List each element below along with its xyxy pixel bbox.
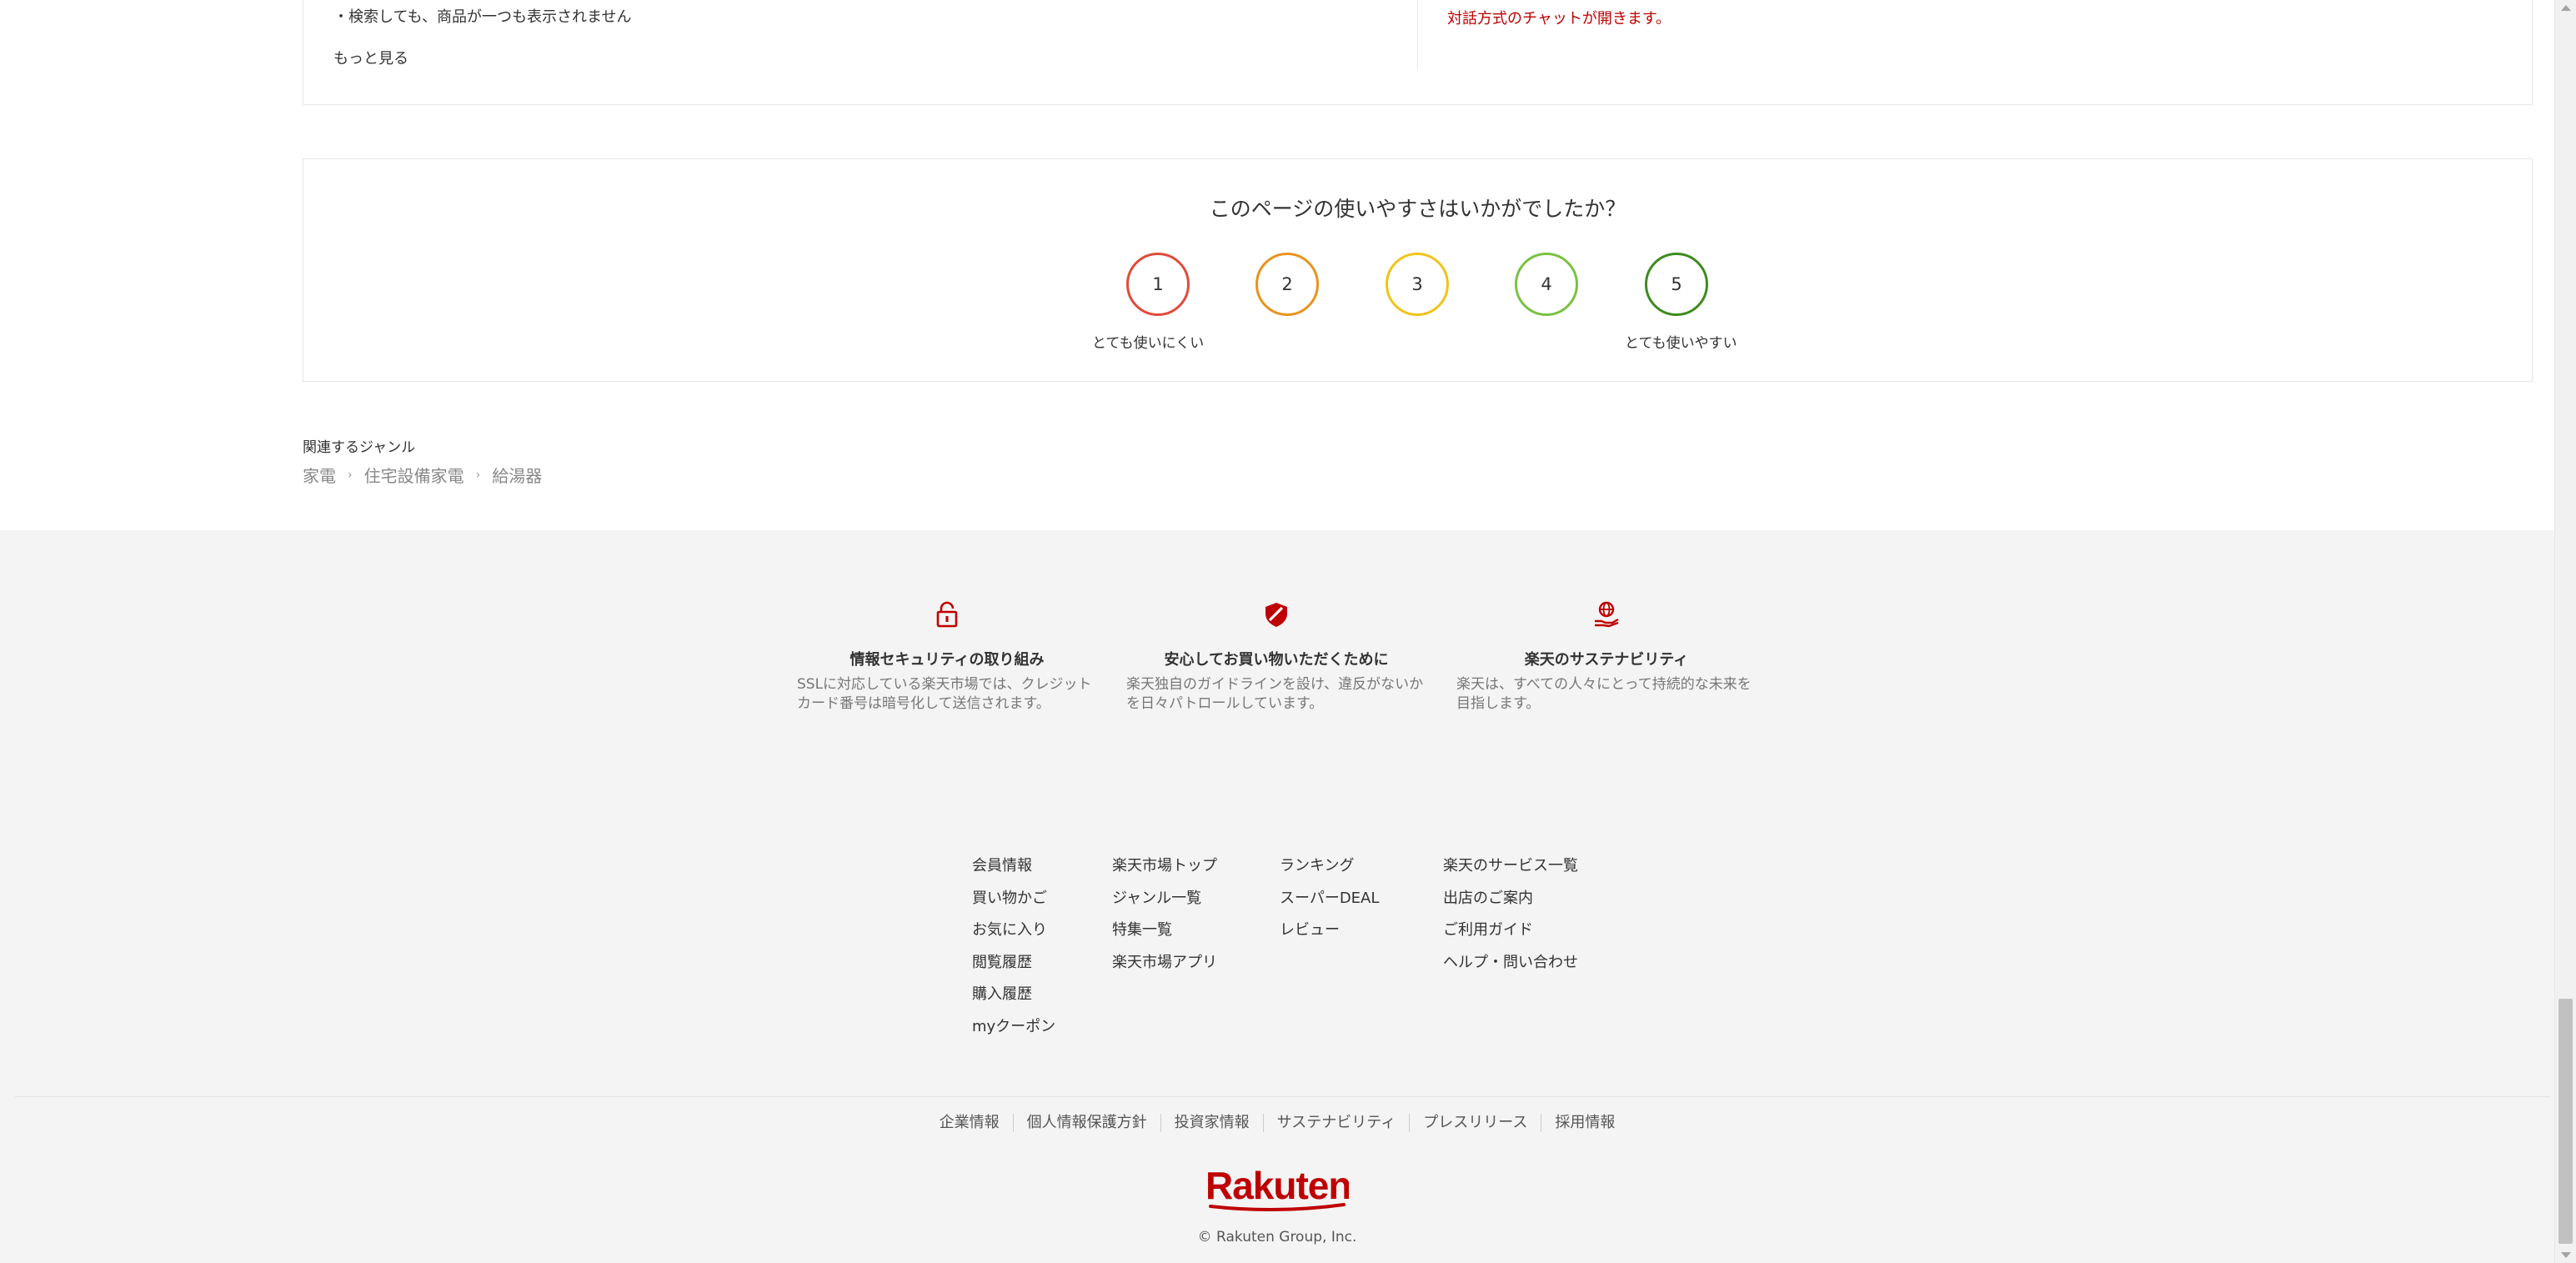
footer-link-guide[interactable]: ご利用ガイド [1443,915,1578,947]
scrollbar-thumb[interactable] [2558,999,2573,1244]
rating-button-2[interactable]: 2 [1255,253,1319,316]
footer-link-services[interactable]: 楽天のサービス一覧 [1443,850,1578,883]
rating-button-5[interactable]: 5 [1645,253,1708,316]
footer-link-favorites[interactable]: お気に入り [972,915,1055,947]
footer-link-help[interactable]: ヘルプ・問い合わせ [1443,947,1578,980]
site-footer: 情報セキュリティの取り組み SSLに対応している楽天市場では、クレジットカード番… [0,530,2554,1263]
breadcrumb-item[interactable]: 住宅設備家電 [364,463,464,487]
lock-icon [936,601,958,628]
footer-link-member-info[interactable]: 会員情報 [972,850,1055,883]
faq-item[interactable]: ・検索しても、商品が一つも表示されません [333,5,631,27]
chat-note: 対話方式のチャットが開きます。 [1447,10,1671,28]
shield-icon [1265,603,1287,627]
globe-hand-icon [1595,601,1619,628]
footer-link-history[interactable]: 閲覧履歴 [972,947,1055,980]
rating-high-label: とても使いやすい [1625,335,1737,352]
footer-link-app[interactable]: 楽天市場アプリ [1112,947,1217,980]
faq-list: ・検索しても、商品が一つも表示されません もっと見る [333,0,1417,104]
help-panel: ・検索しても、商品が一つも表示されません もっと見る 対話方式のチャットが開きま… [303,0,2533,105]
corp-link-careers[interactable]: 採用情報 [1541,1114,1628,1132]
assurance-description: SSLに対応している楽天市場では、クレジットカード番号は暗号化して送信されます。 [797,676,1092,712]
divider [15,1096,2549,1097]
rating-button-4[interactable]: 4 [1515,253,1578,316]
corp-link-privacy[interactable]: 個人情報保護方針 [1012,1114,1160,1132]
scroll-up-arrow-icon[interactable] [2561,5,2571,11]
assurance-title: 情報セキュリティの取り組み [849,651,1045,669]
usability-survey: このページの使いやすさはいかがでしたか？ 1 2 3 4 5 とても使いにくい … [303,158,2533,382]
corp-link-sustainability[interactable]: サステナビリティ [1262,1114,1410,1132]
footer-link-cart[interactable]: 買い物かご [972,883,1055,915]
copyright: © Rakuten Group, Inc. [1197,1229,1357,1245]
scroll-down-arrow-icon[interactable] [2561,1252,2571,1258]
breadcrumb: 家電 › 住宅設備家電 › 給湯器 [303,463,542,487]
footer-link-column-discover: ランキング スーパーDEAL レビュー [1280,850,1379,947]
chevron-right-icon: › [348,468,353,482]
breadcrumb-item[interactable]: 家電 [303,463,336,487]
footer-link-genres[interactable]: ジャンル一覧 [1112,883,1217,915]
page-scrollbar[interactable] [2554,0,2576,1263]
assurance-description: 楽天独自のガイドラインを設け、違反がないかを日々パトロールしています。 [1126,676,1424,712]
footer-link-top[interactable]: 楽天市場トップ [1112,850,1217,883]
footer-link-super-deal[interactable]: スーパーDEAL [1280,883,1379,915]
assurance-title: 安心してお買い物いただくために [1164,651,1389,669]
assurance-description: 楽天は、すべての人々にとって持続的な未来を目指します。 [1456,676,1752,712]
footer-link-features[interactable]: 特集一覧 [1112,915,1217,947]
corp-link-press[interactable]: プレスリリース [1409,1114,1541,1132]
logo-text: Rakuten [1205,1165,1349,1207]
rating-low-label: とても使いにくい [1092,335,1205,352]
footer-link-column-member: 会員情報 買い物かご お気に入り 閲覧履歴 購入履歴 myクーポン [972,850,1055,1043]
corp-link-investors[interactable]: 投資家情報 [1160,1114,1263,1132]
rating-button-3[interactable]: 3 [1386,253,1449,316]
corporate-links: 企業情報 個人情報保護方針 投資家情報 サステナビリティ プレスリリース 採用情… [0,1114,2554,1132]
footer-link-purchases[interactable]: 購入履歴 [972,979,1055,1011]
corp-link-company[interactable]: 企業情報 [926,1114,1013,1132]
footer-link-coupons[interactable]: myクーポン [972,1011,1055,1044]
breadcrumb-item[interactable]: 給湯器 [492,463,542,487]
footer-link-column-market: 楽天市場トップ ジャンル一覧 特集一覧 楽天市場アプリ [1112,850,1217,979]
chevron-right-icon: › [475,468,481,482]
related-genre-title: 関連するジャンル [303,439,416,456]
footer-link-ranking[interactable]: ランキング [1280,850,1379,883]
footer-link-merchant[interactable]: 出店のご案内 [1443,883,1578,915]
rating-button-1[interactable]: 1 [1126,253,1190,316]
footer-link-column-services: 楽天のサービス一覧 出店のご案内 ご利用ガイド ヘルプ・問い合わせ [1443,850,1578,979]
assurance-title: 楽天のサステナビリティ [1524,651,1689,669]
survey-question: このページの使いやすさはいかがでしたか？ [1209,197,1626,221]
divider [1417,0,1418,70]
show-more-link[interactable]: もっと見る [333,47,408,68]
rakuten-logo[interactable]: Rakuten [1205,1165,1349,1214]
footer-link-reviews[interactable]: レビュー [1280,915,1379,947]
